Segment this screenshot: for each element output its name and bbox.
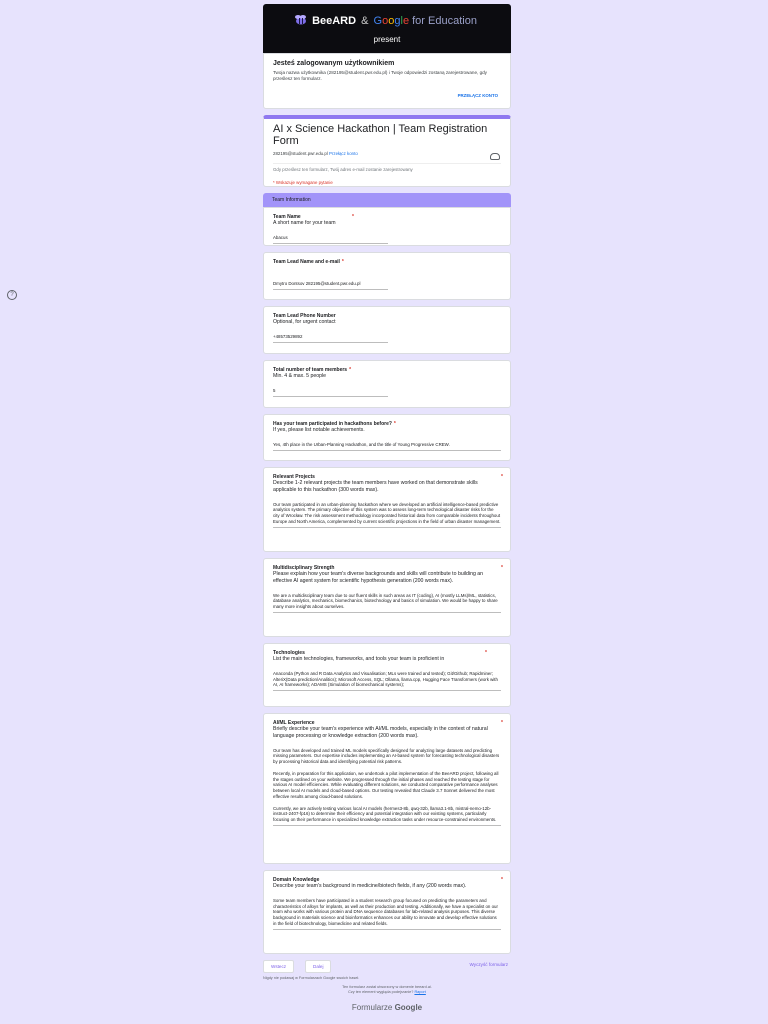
header-banner: BeeARD & Google for Education present — [263, 4, 511, 53]
form-title: AI x Science Hackathon | Team Registrati… — [273, 123, 488, 147]
aiml-input[interactable]: Our team has developed and trained ML mo… — [273, 748, 501, 826]
question-desc: Describe your team's background in medic… — [273, 883, 467, 889]
google-forms-logo: Formularze Google — [351, 1003, 423, 1012]
technologies-input[interactable]: Anaconda (Python and R Data Analytics an… — [273, 671, 501, 692]
question-desc: Briefly describe your team's experience … — [273, 726, 488, 739]
question-phone: Team Lead Phone Number Optional, for urg… — [263, 306, 511, 354]
banner-logos: BeeARD & Google for Education — [293, 14, 477, 27]
question-hackathons: Has your team participated in hackathons… — [263, 414, 511, 461]
answer-paragraph: Our team has developed and trained ML mo… — [273, 747, 500, 765]
login-text: Twoja nazwa użytkownika (282195@student.… — [273, 70, 487, 81]
section-header: Team Information — [263, 193, 511, 207]
question-desc: Optional, for urgent contact — [273, 319, 336, 325]
team-name-input[interactable]: Abacus — [273, 235, 388, 244]
question-label: Relevant Projects * — [273, 474, 503, 480]
account-email: 282195@student.pwr.edu.pl — [273, 151, 328, 156]
question-label: Team Lead Name and e-mail * — [273, 259, 344, 265]
question-desc: Describe 1-2 relevant projects the team … — [273, 480, 478, 493]
question-aiml: AI/ML Experience * Briefly describe your … — [263, 713, 511, 864]
question-label: Has your team participated in hackathons… — [273, 421, 396, 427]
form-container: BeeARD & Google for Education present Je… — [263, 4, 511, 1012]
login-heading: Jesteś zalogowanym użytkownikiem — [273, 60, 395, 67]
required-star: * — [501, 565, 503, 571]
nav-buttons: Wstecz Dalej Wyczyść formularz — [263, 960, 511, 976]
team-lead-input[interactable]: Dmytro Dontsov 282195@student.pwr.edu.pl — [273, 281, 388, 290]
help-icon[interactable]: ? — [7, 290, 17, 300]
question-domain: Domain Knowledge * Describe your team's b… — [263, 870, 511, 954]
hackathons-input[interactable]: Yes, 4th place in the Urban-Planning Hac… — [273, 442, 501, 451]
question-label: Total number of team members * — [273, 367, 352, 373]
next-button[interactable]: Dalej — [305, 960, 332, 973]
required-star: * — [501, 474, 503, 480]
phone-input[interactable]: +48573529892 — [273, 334, 388, 343]
login-card: Jesteś zalogowanym użytkownikiem Twoja n… — [263, 53, 511, 109]
bee-logo-icon — [295, 15, 306, 25]
title-card: AI x Science Hackathon | Team Registrati… — [263, 115, 511, 187]
question-label: Multidisciplinary Strength * — [273, 565, 503, 571]
question-desc: List the main technologies, frameworks, … — [273, 656, 445, 662]
required-star: * — [393, 421, 396, 427]
question-desc: Please explain how your team's diverse b… — [273, 571, 484, 584]
required-star: * — [349, 367, 352, 373]
question-label: AI/ML Experience * — [273, 720, 503, 726]
projects-input[interactable]: Our team participated in an urban-planni… — [273, 502, 501, 528]
password-warning: Nigdy nie podawaj w Formularzach Google … — [263, 976, 360, 980]
required-star: * — [501, 720, 503, 726]
report-link[interactable]: Raport — [414, 990, 425, 994]
required-star: * — [352, 214, 354, 220]
clear-form-link[interactable]: Wyczyść formularz — [470, 962, 509, 967]
multidisciplinary-input[interactable]: We are a multidisciplinary team due to o… — [273, 593, 501, 613]
question-team-lead: Team Lead Name and e-mail * Dmytro Dontso… — [263, 252, 511, 300]
ampersand: & — [361, 15, 369, 27]
required-star: * — [501, 877, 503, 883]
question-desc: Min. 4 & max. 5 people — [273, 373, 327, 379]
answer-paragraph: Currently, we are actively testing vario… — [273, 805, 497, 823]
question-team-name: Team Name * A short name for your team Ab… — [263, 207, 511, 246]
question-members: Total number of team members * Min. 4 & m… — [263, 360, 511, 408]
required-star: * — [485, 650, 487, 656]
suspicious-line: Czy ten element wygląda podejrzanie? Rap… — [348, 990, 426, 994]
email-note: Gdy prześlesz ten formularz, Twój adres … — [273, 163, 501, 172]
back-button[interactable]: Wstecz — [263, 960, 295, 973]
present-text: present — [373, 35, 401, 44]
members-input[interactable]: 5 — [273, 388, 388, 397]
footer-notice: Ten formularz został utworzony w domenie… — [263, 985, 511, 995]
domain-input[interactable]: Some team members have participated in a… — [273, 898, 501, 930]
required-star: * — [341, 259, 344, 265]
beeard-logo-text: BeeARD — [312, 15, 357, 27]
question-multidisciplinary: Multidisciplinary Strength * Please expla… — [263, 558, 511, 637]
switch-account-button[interactable]: PRZEŁĄCZ KONTO — [458, 93, 498, 98]
for-education-text: for Education — [412, 15, 477, 27]
switch-account-link[interactable]: Przełącz konto — [329, 151, 358, 156]
question-desc: A short name for your team — [273, 220, 336, 226]
question-technologies: Technologies * List the main technologies… — [263, 643, 511, 707]
cloud-save-icon — [490, 153, 500, 160]
account-line: 282195@student.pwr.edu.pl Przełącz konto — [273, 151, 501, 156]
required-note: * Wskazuje wymagane pytanie — [273, 180, 333, 185]
question-label: Domain Knowledge * — [273, 877, 503, 883]
question-projects: Relevant Projects * Describe 1-2 relevant… — [263, 467, 511, 552]
question-desc: If yes, please list notable achievements… — [273, 427, 365, 433]
question-label: Team Lead Phone Number — [273, 313, 336, 319]
question-label: Team Name * — [273, 214, 354, 220]
google-logo-text: Google — [373, 15, 410, 27]
question-label: Technologies * — [273, 650, 487, 656]
answer-paragraph: Recently, in preparation for this applic… — [273, 770, 499, 799]
